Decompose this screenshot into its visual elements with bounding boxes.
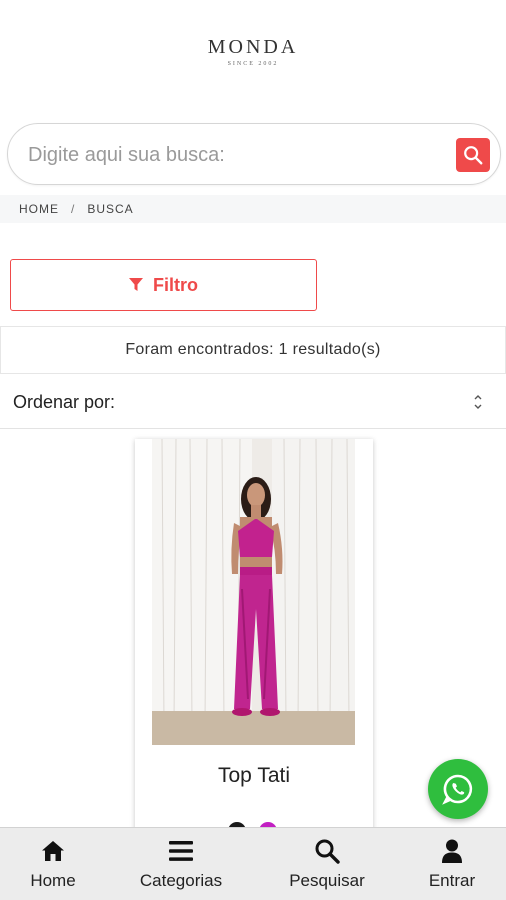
search-icon [464,146,483,165]
breadcrumb-separator: / [71,202,76,216]
sort-label: Ordenar por: [13,392,116,412]
nav-item-categorias[interactable]: Categorias [120,828,242,900]
menu-icon [169,841,193,861]
sort-select[interactable]: Ordenar por: [0,377,506,429]
filter-button[interactable]: Filtro [10,259,317,311]
breadcrumb-home[interactable]: HOME [19,202,59,216]
search-bar [7,123,501,185]
chevron-up-down-icon [474,395,482,409]
user-icon [442,839,462,863]
nav-item-entrar[interactable]: Entrar [405,828,499,900]
nav-label-categorias: Categorias [139,871,223,890]
whatsapp-icon [442,774,473,805]
results-count: Foram encontrados: 1 resultado(s) [0,326,506,374]
home-icon [42,841,64,861]
nav-item-home[interactable]: Home [0,828,106,900]
search-icon [315,839,340,864]
breadcrumb-current: BUSCA [87,202,134,216]
nav-item-pesquisar[interactable]: Pesquisar [272,828,382,900]
nav-label-home: Home [30,871,76,890]
brand-logo[interactable]: MONDA SINCE 2002 [0,36,506,67]
brand-tagline: SINCE 2002 [227,61,279,67]
search-button[interactable] [456,138,490,172]
product-card[interactable]: Top Tati [135,439,373,840]
bottom-nav: Home Categorias Pesquisar Entrar [0,827,506,900]
results-text: Foram encontrados: 1 resultado(s) [125,341,381,358]
search-input[interactable] [28,138,428,172]
whatsapp-button[interactable] [428,759,488,819]
nav-label-pesquisar: Pesquisar [289,871,365,890]
product-name[interactable]: Top Tati [135,764,373,788]
filter-label: Filtro [153,274,198,295]
filter-icon [129,278,143,291]
brand-name: MONDA [207,36,299,58]
nav-label-entrar: Entrar [428,871,476,890]
product-image[interactable] [152,439,355,745]
breadcrumb: HOME / BUSCA [0,195,506,223]
